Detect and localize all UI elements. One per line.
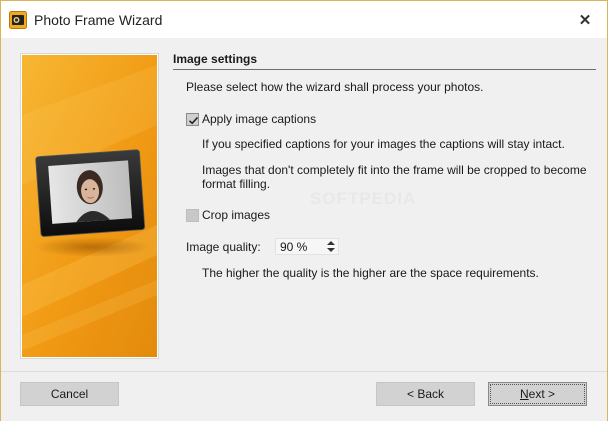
wizard-window: Photo Frame Wizard ✕ SOFTPEDIA Image set… — [0, 0, 608, 421]
title-bar[interactable]: Photo Frame Wizard ✕ — [1, 1, 607, 38]
image-quality-label: Image quality: — [186, 240, 261, 254]
settings-panel: Image settings Please select how the wiz… — [173, 52, 596, 280]
intro-text: Please select how the wizard shall proce… — [186, 80, 484, 94]
checkmark-icon — [188, 116, 199, 125]
image-quality-spinbox[interactable]: 90 % — [275, 238, 339, 255]
cancel-button[interactable]: Cancel — [20, 382, 119, 406]
back-button[interactable]: < Back — [376, 382, 475, 406]
quality-note: The higher the quality is the higher are… — [202, 266, 539, 280]
next-mnemonic: N — [519, 387, 529, 401]
photo-frame-illustration — [22, 55, 157, 357]
captions-note: If you specified captions for your image… — [202, 137, 565, 151]
photo-frame-app-icon — [9, 11, 27, 29]
apply-captions-checkbox[interactable] — [186, 113, 199, 126]
spin-arrows-icon[interactable] — [326, 239, 336, 254]
next-button[interactable]: Next > — [488, 382, 587, 406]
crop-images-checkbox[interactable] — [186, 209, 199, 222]
crop-note-line-2: format filling. — [202, 177, 271, 191]
image-quality-value[interactable]: 90 % — [280, 240, 307, 254]
crop-images-label[interactable]: Crop images — [202, 208, 270, 222]
next-label-rest: ext > — [528, 387, 556, 401]
image-quality-row: Image quality: 90 % — [186, 238, 356, 256]
window-title: Photo Frame Wizard — [34, 12, 163, 28]
wizard-illustration — [21, 54, 158, 358]
watermark: SOFTPEDIA — [310, 189, 417, 208]
crop-note-line-1: Images that don't completely fit into th… — [202, 163, 587, 177]
button-bar: Cancel < Back Next > — [1, 371, 607, 421]
close-icon: ✕ — [578, 12, 592, 29]
section-title: Image settings — [173, 52, 596, 70]
wizard-content: SOFTPEDIA Image settings Please select h… — [1, 38, 607, 371]
apply-captions-label[interactable]: Apply image captions — [202, 112, 316, 126]
close-button[interactable]: ✕ — [571, 7, 599, 33]
